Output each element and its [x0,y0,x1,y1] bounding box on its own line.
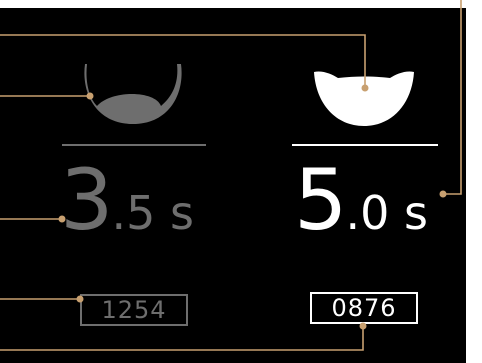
callout-line-right-counter [0,326,364,351]
figure-stage: 3.5 s 1254 5.0 s 0876 [0,0,482,363]
callout-dot-right-time [439,190,447,198]
callout-line-right-time [443,0,462,195]
callout-dot-left-time [58,215,66,223]
callout-lines [0,0,462,351]
callout-dot-left-counter [76,295,84,303]
callout-dot-left-icon [86,92,94,100]
callout-line-right-icon [0,34,366,88]
callout-dot-right-icon [361,84,369,92]
callout-dot-right-counter [359,322,367,330]
